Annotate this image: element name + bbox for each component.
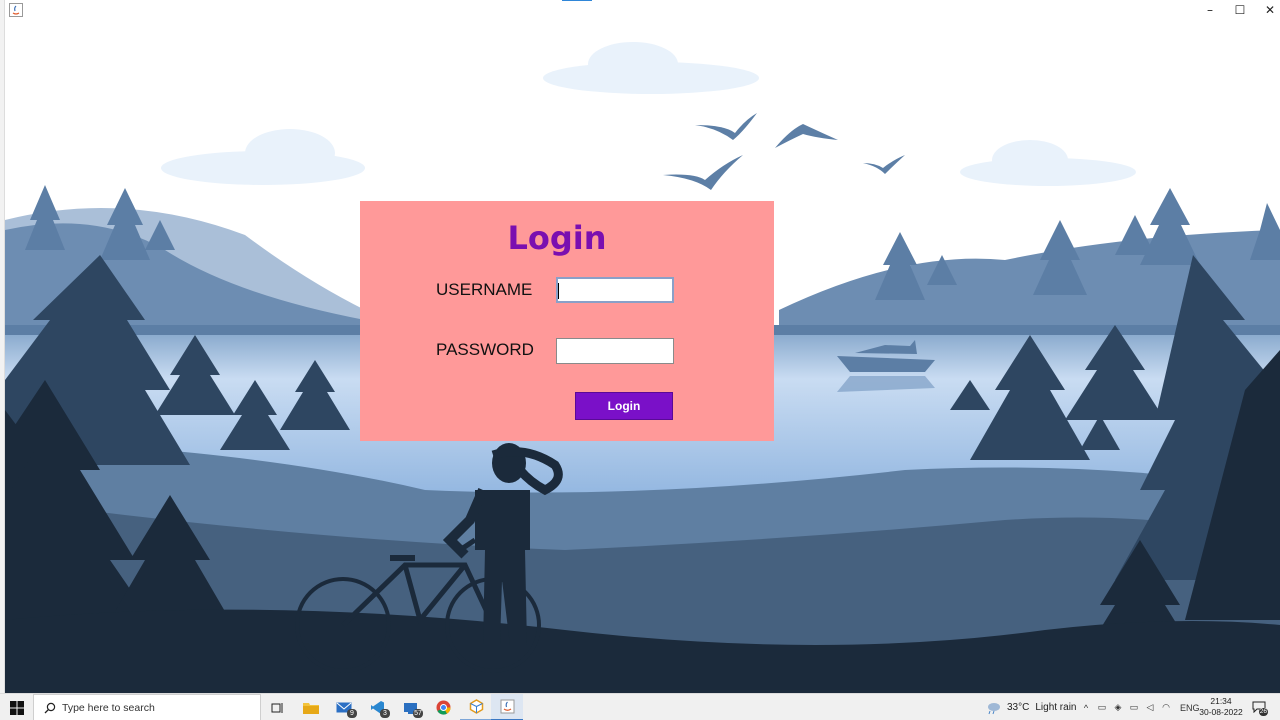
login-button[interactable]: Login xyxy=(575,392,673,420)
system-tray: ^ ▭ ◈ ▭ ◁ ◠ ENG xyxy=(1080,694,1200,720)
taskbar: Type here to search 9 3 57 33°C Light ra… xyxy=(0,693,1280,720)
windows-logo-icon xyxy=(9,700,24,715)
clock-date: 30-08-2022 xyxy=(1199,707,1243,717)
taskbar-vscode[interactable]: 3 xyxy=(361,694,393,720)
taskbar-app[interactable]: 57 xyxy=(394,694,426,720)
login-title: Login xyxy=(507,219,607,257)
battery-icon[interactable]: ▭ xyxy=(1128,702,1140,714)
app-cube-icon xyxy=(469,699,483,714)
weather-condition: Light rain xyxy=(1035,702,1077,713)
java-app-icon xyxy=(9,3,23,17)
title-focus-indicator xyxy=(562,0,592,1)
background-window-edge xyxy=(0,0,5,693)
volume-icon[interactable]: ◁ xyxy=(1144,702,1156,714)
taskbar-clock[interactable]: 21:34 30-08-2022 xyxy=(1198,696,1244,718)
search-placeholder: Type here to search xyxy=(62,701,155,714)
taskbar-mail[interactable]: 9 xyxy=(328,694,360,720)
taskbar-java-app[interactable] xyxy=(491,694,523,720)
java-icon xyxy=(500,699,514,714)
text-caret xyxy=(558,283,559,299)
login-panel: Login USERNAME PASSWORD Login xyxy=(360,201,774,441)
close-button[interactable]: ✕ xyxy=(1255,0,1280,20)
mail-badge: 9 xyxy=(347,709,357,718)
start-button[interactable] xyxy=(0,694,33,720)
taskbar-cube-app[interactable] xyxy=(460,694,492,720)
notification-center-button[interactable]: 26 xyxy=(1250,699,1268,716)
notification-count: 26 xyxy=(1258,708,1268,716)
maximize-button[interactable]: ☐ xyxy=(1225,0,1255,20)
taskbar-search[interactable]: Type here to search xyxy=(33,694,261,720)
password-label: PASSWORD xyxy=(436,340,534,359)
app-badge: 57 xyxy=(413,709,423,718)
wifi-icon[interactable]: ◠ xyxy=(1160,702,1172,714)
username-label: USERNAME xyxy=(436,280,533,299)
rain-cloud-icon xyxy=(988,702,1000,714)
weather-temperature: 33°C xyxy=(1007,702,1030,713)
taskbar-file-explorer[interactable] xyxy=(295,694,327,720)
chevron-up-icon[interactable]: ^ xyxy=(1080,702,1092,714)
task-view-icon xyxy=(271,702,283,713)
meet-now-icon[interactable]: ▭ xyxy=(1096,702,1108,714)
username-input[interactable] xyxy=(556,277,674,303)
taskbar-chrome[interactable] xyxy=(427,694,459,720)
network-icon[interactable]: ◈ xyxy=(1112,702,1124,714)
application-window: – ☐ ✕ Login USERNAME PASSWORD Login xyxy=(0,0,1280,693)
search-icon xyxy=(40,702,60,714)
password-input[interactable] xyxy=(556,338,674,364)
minimize-button[interactable]: – xyxy=(1195,0,1225,20)
vscode-badge: 3 xyxy=(380,709,390,718)
file-explorer-icon xyxy=(303,703,319,714)
language-indicator[interactable]: ENG xyxy=(1180,703,1200,713)
task-view-button[interactable] xyxy=(262,694,294,720)
title-bar[interactable]: – ☐ ✕ xyxy=(0,0,1280,20)
chrome-icon xyxy=(436,700,451,715)
clock-time: 21:34 xyxy=(1210,696,1232,706)
weather-widget[interactable]: 33°C Light rain xyxy=(985,694,1076,720)
